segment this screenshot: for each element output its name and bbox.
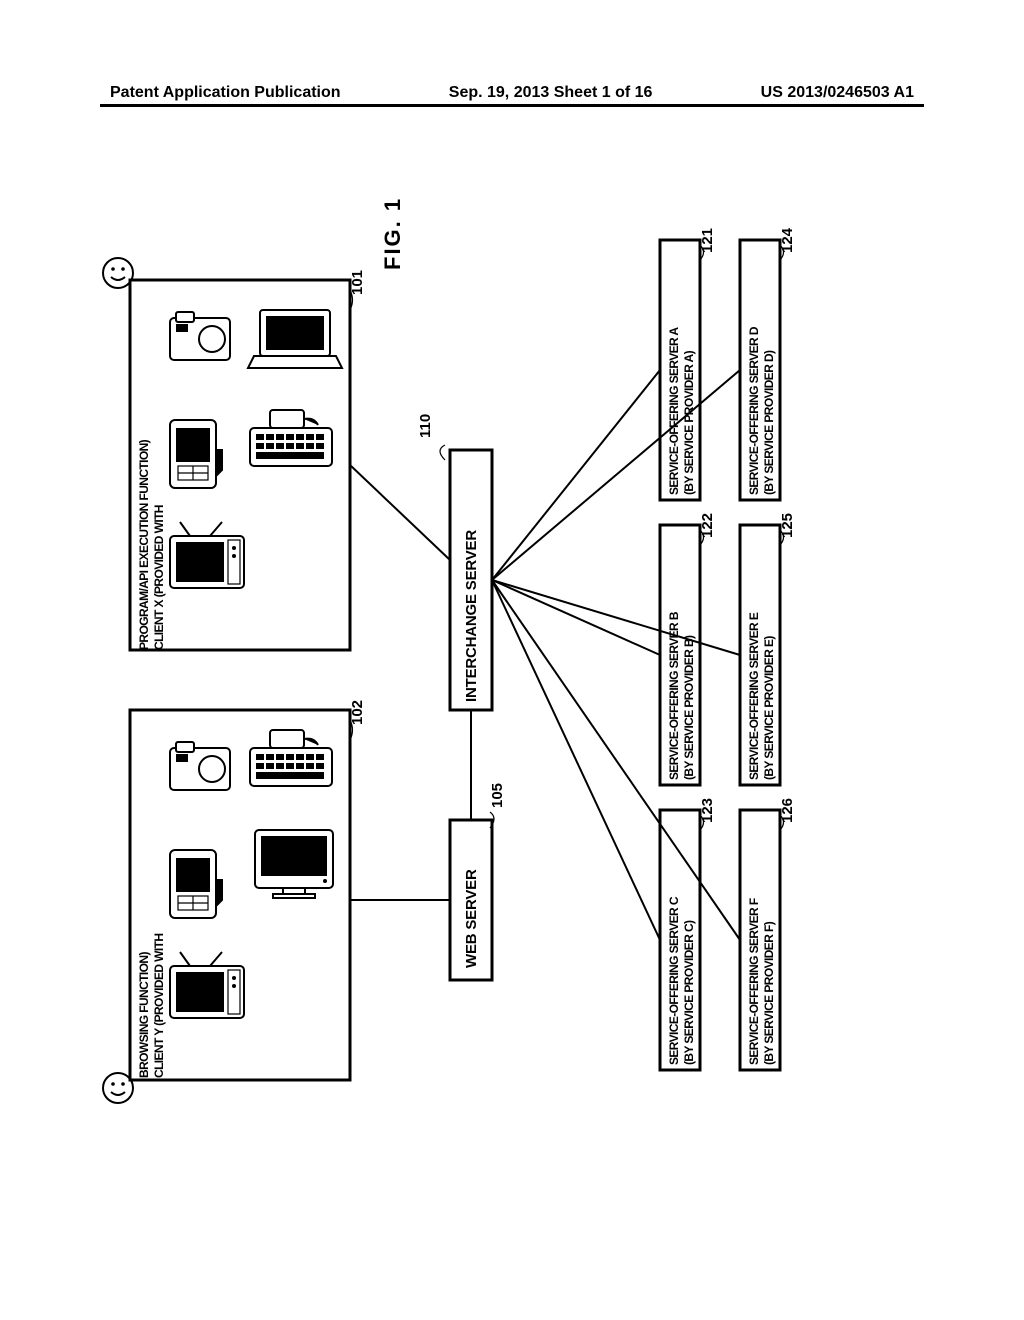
hdr-right: US 2013/0246503 A1 [761,84,914,102]
server-e-l2: (BY SERVICE PROVIDER E) [762,636,776,780]
server-f-l1: SERVICE-OFFERING SERVER F [747,898,761,1065]
client-x-block: CLIENT X (PROVIDED WITH PROGRAM/API EXEC… [103,258,366,650]
ref-121: 121 [699,228,716,253]
server-d-l2: (BY SERVICE PROVIDER D) [762,350,776,495]
client-y-l2: BROWSING FUNCTION) [137,952,151,1078]
diagram-canvas: FIG. 1 CLIENT X (PROVIDED WITH PROGRAM/A… [100,130,924,1210]
client-x-l2: PROGRAM/API EXECUTION FUNCTION) [137,439,151,650]
ref-125: 125 [779,513,796,538]
hdr-center: Sep. 19, 2013 Sheet 1 of 16 [449,84,653,102]
server-e-l1: SERVICE-OFFERING SERVER E [747,612,761,780]
server-a-l2: (BY SERVICE PROVIDER A) [682,350,696,495]
server-f-l2: (BY SERVICE PROVIDER F) [762,921,776,1065]
client-y-block: CLIENT Y (PROVIDED WITH BROWSING FUNCTIO… [103,700,366,1103]
pda-icon [170,420,222,488]
ref-122: 122 [699,513,716,538]
header-rule [100,104,924,107]
server-a-l1: SERVICE-OFFERING SERVER A [667,327,681,495]
ref-123: 123 [699,798,716,823]
camera-icon [170,742,230,790]
servers: SERVICE-OFFERING SERVER A (BY SERVICE PR… [660,227,796,1070]
server-b-l2: (BY SERVICE PROVIDER B) [682,635,696,780]
ref-102: 102 [349,700,366,725]
interchange-server: INTERCHANGE SERVER 110 [417,414,492,710]
server-c-l2: (BY SERVICE PROVIDER C) [682,920,696,1065]
pda-icon [170,850,222,918]
server-c-l1: SERVICE-OFFERING SERVER C [667,896,681,1065]
client-x-l1: CLIENT X (PROVIDED WITH [152,505,166,650]
ref-126: 126 [779,798,796,823]
ref-110: 110 [417,414,434,438]
ref-101: 101 [349,270,366,295]
fig-label: FIG. 1 [380,197,405,270]
server-d-l1: SERVICE-OFFERING SERVER D [747,326,761,495]
laptop-icon [248,310,342,368]
monitor-icon [255,830,333,898]
interchange-label: INTERCHANGE SERVER [463,530,480,702]
ref-105: 105 [489,783,506,808]
web-server: WEB SERVER 105 [450,783,506,980]
ref-124: 124 [779,227,796,253]
camera-icon [170,312,230,360]
hdr-left: Patent Application Publication [110,84,341,102]
client-y-l1: CLIENT Y (PROVIDED WITH [152,934,166,1078]
webserver-label: WEB SERVER [463,869,480,968]
